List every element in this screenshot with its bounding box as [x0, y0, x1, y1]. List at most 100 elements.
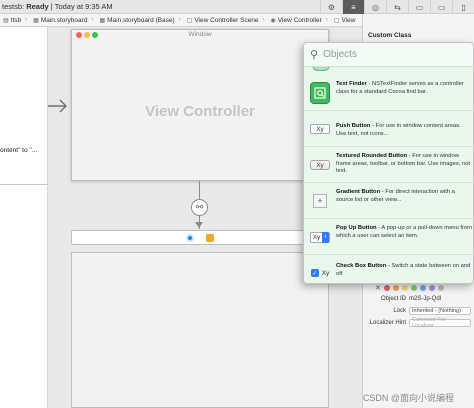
- segue-arrowhead-icon: [195, 222, 203, 228]
- lock-select[interactable]: Inherited - (Nothing): [409, 306, 471, 315]
- toolbar-editor-buttons: ⚙ ≡ ◎ ⇆ ▭ ▭ ▯: [320, 0, 474, 14]
- color-swatch-purple[interactable]: [428, 285, 435, 291]
- view-controller-window[interactable]: Window View Controller: [71, 29, 329, 181]
- first-responder-dock-icon[interactable]: [206, 234, 214, 242]
- library-item-name: Check Box Button: [336, 263, 387, 269]
- text-finder-thumb: [310, 82, 330, 104]
- view-controller-label: View Controller: [145, 103, 255, 120]
- color-swatch-yellow[interactable]: [401, 285, 408, 291]
- object-id-value: m2S-Jp-Qdl: [409, 295, 442, 302]
- library-item-textured-rounded-button[interactable]: Xy Textured Rounded Button - For use in …: [304, 147, 473, 183]
- storyboard-icon: ▦: [33, 17, 39, 24]
- color-swatch-red[interactable]: [383, 285, 390, 291]
- custom-class-heading: Custom Class: [368, 32, 412, 39]
- color-swatch-orange[interactable]: [392, 285, 399, 291]
- textured-button-icon: Xy: [310, 160, 330, 170]
- localizer-hint-label: Localizer Hint: [369, 319, 406, 326]
- breadcrumb-storyboard[interactable]: ▦ Main.storyboard ›: [30, 17, 96, 24]
- library-item-push-button[interactable]: Xy Push Button - For use in window conte…: [304, 111, 473, 147]
- library-item-pop-up-button[interactable]: Xy ⇕ Pop Up Button - A pop-up or a pull-d…: [304, 219, 473, 255]
- outline-item[interactable]: ontent" to "...: [0, 147, 37, 154]
- plus-icon: +: [313, 194, 327, 208]
- popup-button-icon: Xy ⇕: [310, 231, 330, 243]
- activity-status: testsb: Ready | Today at 9:35 AM: [2, 2, 113, 11]
- checkbox-icon: ✓ Xy: [310, 269, 330, 277]
- breadcrumb-storyboard-base[interactable]: ▦ Main.storyboard (Base) ›: [96, 17, 183, 24]
- library-item-name: Push Button: [336, 123, 371, 129]
- lock-row: Lock Inherited - (Nothing): [363, 306, 474, 315]
- document-outline: ontent" to "...: [0, 27, 48, 408]
- bottom-panel-icon: ▭: [437, 2, 446, 12]
- object-library-popover: ⚲ Text Finder - NSTextFinder serves as a…: [303, 42, 474, 284]
- window-toolbar: testsb: Ready | Today at 9:35 AM ⚙ ≡ ◎ ⇆…: [0, 0, 474, 14]
- clear-color-icon[interactable]: ✕: [375, 284, 381, 292]
- toggle-inspector-button[interactable]: ▯: [452, 0, 474, 14]
- search-icon: ⚲: [310, 49, 319, 61]
- textured-button-thumb: Xy: [310, 157, 330, 173]
- object-id-label: Object ID: [380, 295, 406, 302]
- object-id-row: Object ID m2S-Jp-Qdl: [363, 294, 474, 303]
- color-swatch-blue[interactable]: [419, 285, 426, 291]
- chevron-right-icon: ›: [25, 17, 28, 23]
- status-project: testsb:: [2, 2, 25, 11]
- storyboard-icon: ▦: [99, 17, 106, 24]
- push-button-icon: Xy: [310, 124, 330, 134]
- standard-editor-button[interactable]: ≡: [342, 0, 364, 14]
- updown-chevron-icon: ⇕: [322, 231, 329, 243]
- chevron-right-icon: ›: [91, 17, 94, 23]
- library-search-bar: ⚲: [304, 43, 473, 67]
- text-finder-icon: [310, 82, 330, 104]
- push-button-thumb: Xy: [310, 121, 330, 137]
- popup-button-thumb: Xy ⇕: [310, 229, 330, 245]
- second-view-controller[interactable]: [71, 252, 329, 408]
- checkbox-thumb: ✓ Xy: [310, 265, 330, 281]
- window-title: Window: [188, 31, 212, 38]
- checkmark-icon: ✓: [310, 269, 319, 277]
- scene-icon: ▢: [186, 17, 193, 24]
- chevron-right-icon: ›: [262, 17, 265, 23]
- breadcrumb-view[interactable]: ▢ View: [331, 17, 359, 24]
- label-color-picker: ✕: [375, 284, 444, 292]
- outline-divider: [0, 184, 48, 185]
- library-item-gradient-button[interactable]: + Gradient Button - For direct interacti…: [304, 183, 473, 219]
- arrows-icon: ⇆: [394, 2, 401, 12]
- segue-link-icon[interactable]: ⚯: [191, 199, 208, 216]
- breadcrumb-scene[interactable]: ▢ View Controller Scene ›: [184, 17, 268, 24]
- localizer-hint-row: Localizer Hint Comment For Localizer: [363, 317, 474, 329]
- gradient-button-thumb: +: [310, 193, 330, 209]
- entry-point-arrow-icon: [48, 99, 67, 113]
- breadcrumb-project[interactable]: ▤ ttsb ›: [0, 17, 30, 24]
- color-swatch-green[interactable]: [410, 285, 417, 291]
- rings-icon: ◎: [372, 2, 379, 12]
- watermark: CSDN @面向小说编程: [362, 393, 454, 403]
- version-editor-button[interactable]: ⇆: [386, 0, 408, 14]
- library-item-name: Pop Up Button: [336, 225, 377, 231]
- folder-icon: ▤: [3, 17, 9, 24]
- library-item-name: Text Finder: [336, 81, 367, 87]
- chevron-right-icon: ›: [325, 17, 328, 23]
- lock-label: Lock: [393, 307, 406, 314]
- chevron-right-icon: ›: [178, 17, 181, 23]
- jump-bar: ▤ ttsb › ▦ Main.storyboard › ▦ Main.storyboar…: [0, 14, 362, 27]
- localizer-hint-field[interactable]: Comment For Localizer: [409, 317, 471, 329]
- assistant-editor-button[interactable]: ◎: [364, 0, 386, 14]
- breadcrumb-view-controller[interactable]: ◉ View Controller ›: [268, 17, 331, 24]
- view-controller-dock-icon[interactable]: [186, 234, 194, 242]
- library-item-check-box-button[interactable]: ✓ Xy Check Box Button - Switch a state be…: [304, 255, 473, 283]
- view-controller-icon: ◉: [270, 17, 276, 24]
- toggle-navigator-button[interactable]: ▭: [408, 0, 430, 14]
- color-swatch-gray[interactable]: [437, 285, 444, 291]
- library-item-name: Textured Rounded Button: [336, 153, 408, 159]
- gear-icon: ⚙: [327, 2, 336, 12]
- toggle-debug-button[interactable]: ▭: [430, 0, 452, 14]
- left-panel-icon: ▭: [415, 2, 424, 12]
- library-search-input[interactable]: [323, 49, 464, 60]
- library-item-name: Gradient Button: [336, 189, 381, 195]
- status-state: Ready: [26, 2, 49, 11]
- lines-icon: ≡: [351, 2, 356, 12]
- editor-options-button[interactable]: ⚙: [320, 0, 342, 14]
- right-panel-icon: ▯: [461, 2, 466, 12]
- view-icon: ▢: [333, 17, 340, 24]
- library-item-text-finder[interactable]: Text Finder - NSTextFinder serves as a c…: [304, 75, 473, 111]
- status-time: | Today at 9:35 AM: [50, 2, 113, 11]
